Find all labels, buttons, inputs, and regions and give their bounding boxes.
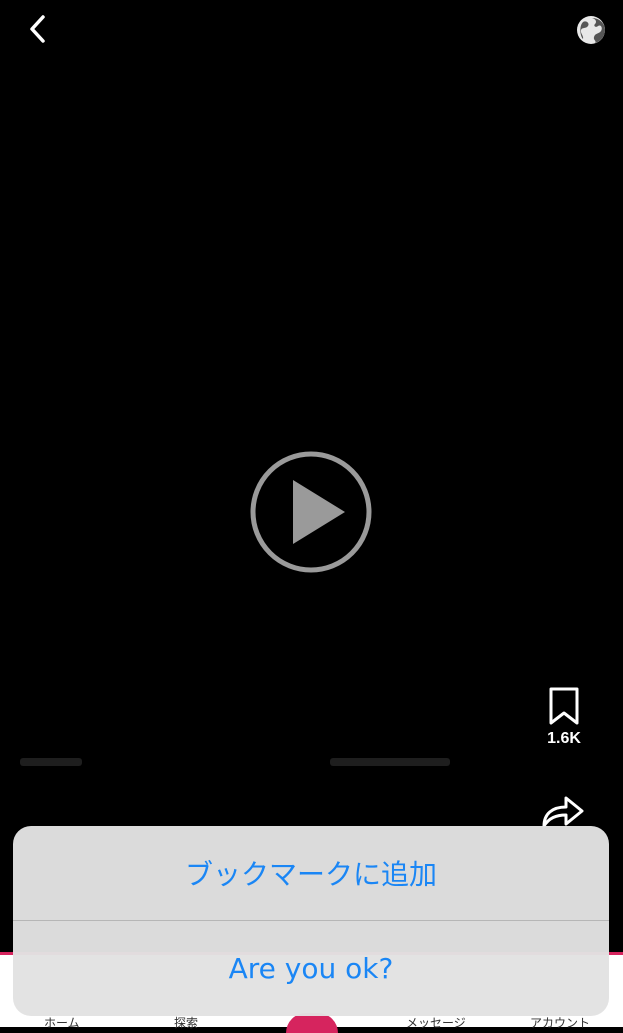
bookmark-action[interactable]: 1.6K (534, 686, 594, 756)
nav-item-account[interactable]: アカウント (530, 1014, 590, 1031)
bookmark-count: 1.6K (547, 730, 581, 747)
bookmark-icon (549, 687, 579, 725)
back-button[interactable] (22, 12, 54, 46)
nav-item-post-button[interactable] (286, 1013, 338, 1033)
globe-button[interactable] (574, 14, 608, 46)
play-button[interactable] (249, 450, 373, 574)
caption-text-blurred (330, 758, 450, 766)
globe-icon (577, 16, 605, 44)
nav-item-messages[interactable]: メッセージ (406, 1014, 466, 1031)
nav-item-home[interactable]: ホーム (44, 1014, 80, 1031)
action-sheet: ブックマークに追加 Are you ok? (13, 826, 609, 1016)
play-circle-icon (250, 451, 372, 573)
chevron-left-icon (30, 15, 45, 43)
are-you-ok-option[interactable]: Are you ok? (13, 921, 609, 1015)
caption-text-blurred (20, 758, 82, 766)
add-bookmark-option[interactable]: ブックマークに追加 (13, 826, 609, 920)
nav-item-explore[interactable]: 探索 (174, 1014, 198, 1031)
